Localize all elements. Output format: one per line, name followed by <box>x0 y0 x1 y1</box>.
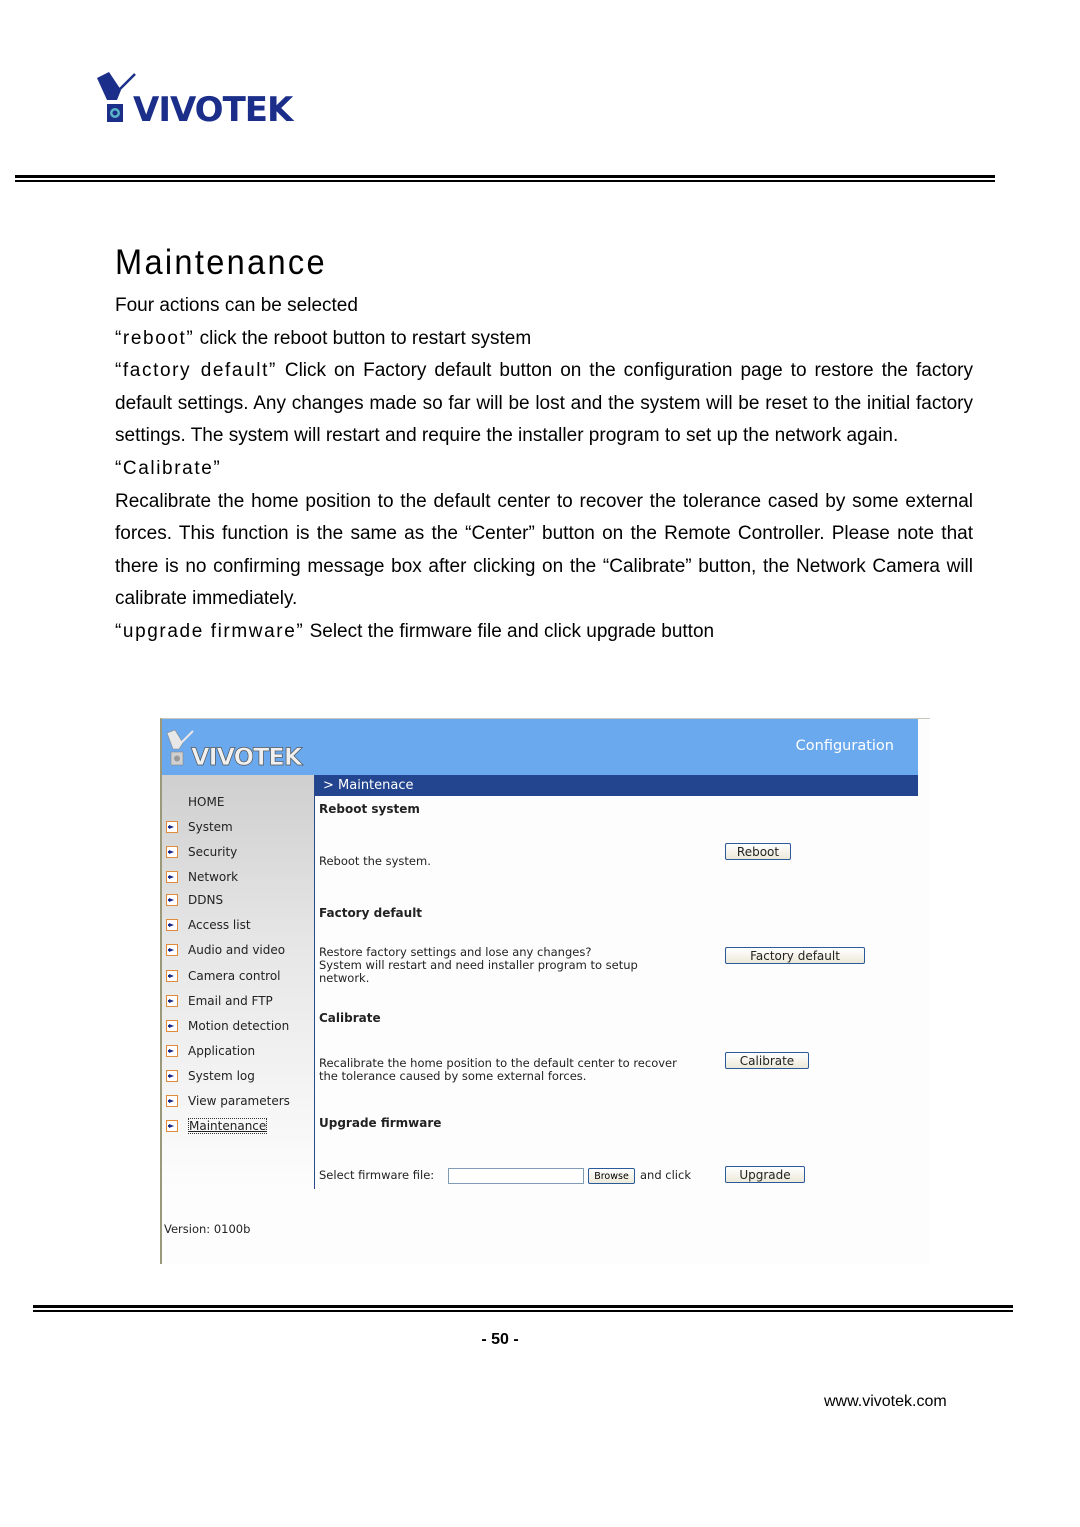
arrow-icon <box>166 1070 178 1082</box>
arrow-icon <box>166 1120 178 1132</box>
sidebar-item-security[interactable]: Security <box>166 843 237 861</box>
arrow-icon <box>166 919 178 931</box>
version-label: Version: 0100b <box>164 1222 251 1236</box>
reboot-heading: Reboot system <box>319 802 420 816</box>
factory-default-description: Restore factory settings and lose any ch… <box>319 945 638 985</box>
upgrade-button[interactable]: Upgrade <box>725 1166 805 1183</box>
browse-button[interactable]: Browse <box>588 1168 635 1184</box>
sidebar-item-email-ftp[interactable]: Email and FTP <box>166 992 273 1010</box>
sidebar-item-application[interactable]: Application <box>166 1042 255 1060</box>
sidebar-item-audio-video[interactable]: Audio and video <box>166 941 285 959</box>
sidebar-item-camera-control[interactable]: Camera control <box>166 967 281 985</box>
config-screenshot: VIVOTEK Configuration HOME System Securi… <box>160 718 930 1264</box>
camera-logo-icon <box>97 72 136 122</box>
term-calibrate: “Calibrate” <box>115 457 222 479</box>
arrow-icon <box>166 846 178 858</box>
header-divider <box>15 175 995 182</box>
arrow-icon <box>166 894 178 906</box>
breadcrumb: > Maintenace <box>315 775 918 796</box>
page-number: - 50 - <box>481 1331 519 1348</box>
and-click-label: and click <box>640 1168 691 1182</box>
svg-text:VIVOTEK: VIVOTEK <box>191 743 304 769</box>
sidebar-item-motion-detection[interactable]: Motion detection <box>166 1017 289 1035</box>
upgrade-firmware-heading: Upgrade firmware <box>319 1116 442 1130</box>
firmware-file-label: Select firmware file: <box>319 1168 435 1182</box>
calibrate-description: Recalibrate the home position to the def… <box>319 1056 677 1083</box>
arrow-icon <box>166 821 178 833</box>
factory-default-button[interactable]: Factory default <box>725 947 865 964</box>
configuration-label: Configuration <box>795 738 894 754</box>
sidebar-item-network[interactable]: Network <box>166 868 238 886</box>
term-reboot: “reboot” <box>115 327 195 349</box>
sidebar-divider <box>314 775 315 1189</box>
website-link[interactable]: www.vivotek.com <box>824 1393 947 1411</box>
sidebar-item-home[interactable]: HOME <box>188 793 224 811</box>
body-text: Four actions can be selected “reboot” cl… <box>115 290 973 649</box>
page-title: Maintenance <box>115 243 327 283</box>
paragraph-intro: Four actions can be selected <box>115 295 358 316</box>
paragraph-factory-default: “factory default” Click on Factory defau… <box>115 360 973 447</box>
vivotek-logo: VIVOTEK <box>97 72 296 128</box>
calibrate-heading: Calibrate <box>319 1011 381 1025</box>
sidebar-item-ddns[interactable]: DDNS <box>166 891 223 909</box>
firmware-file-input[interactable] <box>448 1168 584 1184</box>
reboot-button[interactable]: Reboot <box>725 843 791 860</box>
sidebar-item-access-list[interactable]: Access list <box>166 916 251 934</box>
arrow-icon <box>166 944 178 956</box>
sidebar-item-system[interactable]: System <box>166 818 233 836</box>
config-sidebar: HOME System Security Network DDNS Access… <box>162 775 314 1236</box>
sidebar-item-system-log[interactable]: System log <box>166 1067 255 1085</box>
reboot-description: Reboot the system. <box>319 854 431 868</box>
arrow-icon <box>166 995 178 1007</box>
arrow-icon <box>166 871 178 883</box>
paragraph-calibrate: Recalibrate the home position to the def… <box>115 490 973 610</box>
vivotek-logo-small: VIVOTEK <box>166 729 305 769</box>
calibrate-button[interactable]: Calibrate <box>725 1052 809 1069</box>
sidebar-item-maintenance[interactable]: Maintenance <box>166 1117 268 1135</box>
arrow-icon <box>166 1020 178 1032</box>
logo-wordmark: VIVOTEK <box>133 90 295 128</box>
config-header: VIVOTEK Configuration <box>162 719 918 775</box>
term-factory-default: “factory default” <box>115 360 277 382</box>
sidebar-item-view-parameters[interactable]: View parameters <box>166 1092 290 1110</box>
paragraph-calibrate-heading: “Calibrate” <box>115 453 973 486</box>
paragraph-upgrade: “upgrade firmware” Select the firmware f… <box>115 620 715 642</box>
footer-divider <box>33 1305 1013 1312</box>
arrow-icon <box>166 1095 178 1107</box>
arrow-icon <box>166 970 178 982</box>
arrow-icon <box>166 1045 178 1057</box>
term-upgrade-firmware: “upgrade firmware” <box>115 620 305 642</box>
factory-default-heading: Factory default <box>319 906 423 920</box>
paragraph-reboot: “reboot” click the reboot button to rest… <box>115 327 532 349</box>
